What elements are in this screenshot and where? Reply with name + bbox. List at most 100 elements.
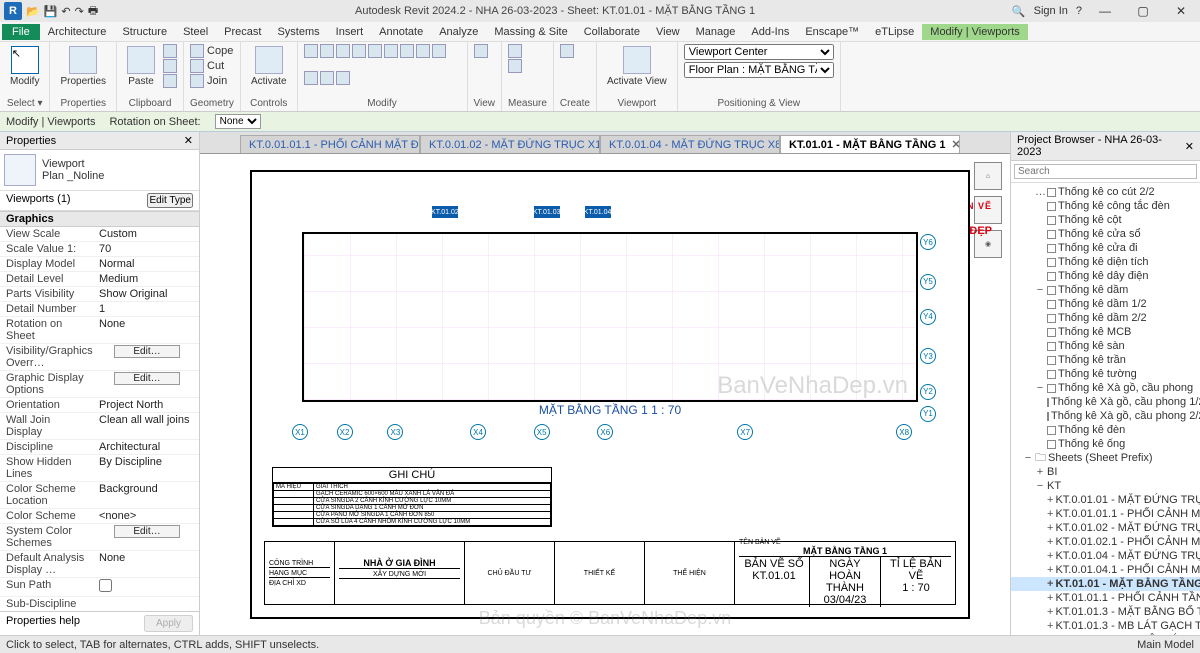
tree-item: Thống kê dầm 2/2 [1011,311,1200,325]
prop-display-model[interactable]: Normal [95,257,199,271]
tab-annotate[interactable]: Annotate [371,24,431,40]
prop-csl[interactable]: Background [95,482,199,508]
tab-manage[interactable]: Manage [688,24,744,40]
tree-item: −KT [1011,479,1200,493]
tab-enscape[interactable]: Enscape™ [797,24,867,40]
search-icon[interactable]: 🔍 [1012,5,1026,18]
split-icon[interactable] [368,44,382,58]
prop-dad[interactable]: None [95,551,199,577]
scale-icon[interactable] [304,71,318,85]
tab-view[interactable]: View [648,24,688,40]
prop-gdo-button[interactable]: Edit… [95,371,199,397]
modify-tool[interactable]: ↖Modify [6,44,43,89]
prop-subd[interactable] [95,597,199,611]
tab-modify-viewports[interactable]: Modify | Viewports [922,24,1027,40]
mirror-icon[interactable] [400,44,414,58]
activate-controls[interactable]: Activate [247,44,291,89]
status-workset[interactable]: Main Model [1137,639,1194,651]
qat-redo-icon[interactable]: ↷ [75,5,84,18]
ribbon-tabs: File Architecture Structure Steel Precas… [0,22,1200,42]
instance-filter[interactable]: Viewports (1) [6,193,71,208]
offset-icon[interactable] [384,44,398,58]
copy-icon[interactable] [163,59,177,73]
apply-button[interactable]: Apply [144,615,193,632]
dimension-icon[interactable] [508,59,522,73]
create-icon[interactable] [560,44,574,58]
prop-scs-button[interactable]: Edit… [95,524,199,550]
tab-systems[interactable]: Systems [269,24,327,40]
tab-precast[interactable]: Precast [216,24,269,40]
prop-parts-vis[interactable]: Show Original [95,287,199,301]
view-icon[interactable] [474,44,488,58]
tab-structure[interactable]: Structure [114,24,175,40]
qat-save-icon[interactable]: 💾 [44,5,58,18]
cope-tool[interactable]: Cope [190,44,233,58]
doc-tab[interactable]: KT.0.01.01.1 - PHỐI CẢNH MẶT ĐỨ…✕ [240,135,420,153]
edit-type-button[interactable]: Edit Type [147,193,193,208]
qat-undo-icon[interactable]: ↶ [61,5,70,18]
file-tab[interactable]: File [2,24,40,40]
type-selector[interactable]: ViewportPlan _Noline [0,150,199,191]
align-icon[interactable] [416,44,430,58]
pin-icon[interactable] [320,71,334,85]
activate-view-button[interactable]: Activate View [603,44,671,89]
tab-etlipse[interactable]: eTLipse [867,24,922,40]
tab-architecture[interactable]: Architecture [40,24,115,40]
array-icon[interactable] [432,44,446,58]
options-rot-combo[interactable]: None [215,114,261,129]
prop-view-scale[interactable]: Custom [95,227,199,241]
viewport-plan[interactable]: X1 X2 X3 X4 X5 X6 X7 X8 Y1 Y2 Y3 Y4 Y5 Y… [292,212,928,432]
view-combo[interactable]: Floor Plan : MẶT BẰNG TẦNG 1 (… [684,62,834,78]
tab-insert[interactable]: Insert [328,24,372,40]
tab-close-icon[interactable]: ✕ [951,138,960,151]
props-help-link[interactable]: Properties help [6,615,80,632]
tab-analyze[interactable]: Analyze [431,24,486,40]
positioning-combo[interactable]: Viewport Center [684,44,834,60]
prop-detail-num[interactable]: 1 [95,302,199,316]
minimize-button[interactable]: — [1090,4,1120,18]
prop-scale-value[interactable]: 70 [95,242,199,256]
prop-rot-sheet[interactable]: None [95,317,199,343]
tab-steel[interactable]: Steel [175,24,216,40]
rotate-icon[interactable] [336,44,350,58]
measure-icon[interactable] [508,44,522,58]
join-tool[interactable]: Join [190,74,233,88]
prop-wjd[interactable]: Clean all wall joins [95,413,199,439]
prop-discipline[interactable]: Architectural [95,440,199,454]
cut-icon[interactable] [163,44,177,58]
doc-tab[interactable]: KT.0.01.04 - MẶT ĐỨNG TRỤC X8-X1✕ [600,135,780,153]
section-mark: KT.01.02 [432,206,458,218]
paste-tool[interactable]: Paste [123,44,159,89]
cut-geom-tool[interactable]: Cut [190,59,233,73]
help-icon[interactable]: ? [1076,5,1082,17]
tab-addins[interactable]: Add-Ins [743,24,797,40]
trim-icon[interactable] [352,44,366,58]
prop-sun[interactable] [95,578,199,596]
qat-open-icon[interactable]: 📂 [26,5,40,18]
prop-vg-button[interactable]: Edit… [95,344,199,370]
browser-search-input[interactable] [1014,164,1197,179]
doc-tab[interactable]: KT.0.01.02 - MẶT ĐỨNG TRỤC X1-X8✕ [420,135,600,153]
signin-link[interactable]: Sign In [1034,5,1068,17]
close-button[interactable]: ✕ [1166,4,1196,18]
properties-tool[interactable]: Properties [56,44,110,89]
drawing-canvas[interactable]: ⌂ ◉ BẢN VẼ NHÀ⌂ĐẸP X1 X2 X3 X4 X5 X6 X [200,154,1010,635]
maximize-button[interactable]: ▢ [1128,4,1158,18]
move-icon[interactable] [304,44,318,58]
prop-cs[interactable]: <none> [95,509,199,523]
browser-tree[interactable]: …Thống kê co cút 2/2 Thống kê công tắc đ… [1011,183,1200,635]
qat-print-icon[interactable]: 🖶 [88,2,98,21]
match-icon[interactable] [163,74,177,88]
prop-orientation[interactable]: Project North [95,398,199,412]
doc-tab-active[interactable]: KT.01.01 - MẶT BẰNG TẦNG 1✕ [780,135,960,153]
home-icon[interactable]: ⌂ [974,162,1002,190]
copy2-icon[interactable] [320,44,334,58]
prop-detail-level[interactable]: Medium [95,272,199,286]
tab-massing[interactable]: Massing & Site [486,24,575,40]
delete-icon[interactable] [336,71,350,85]
browser-close-icon[interactable]: ✕ [1185,140,1194,153]
tab-collaborate[interactable]: Collaborate [576,24,648,40]
properties-close-icon[interactable]: ✕ [184,134,193,147]
revit-app-icon[interactable]: R [4,2,22,20]
prop-shl[interactable]: By Discipline [95,455,199,481]
